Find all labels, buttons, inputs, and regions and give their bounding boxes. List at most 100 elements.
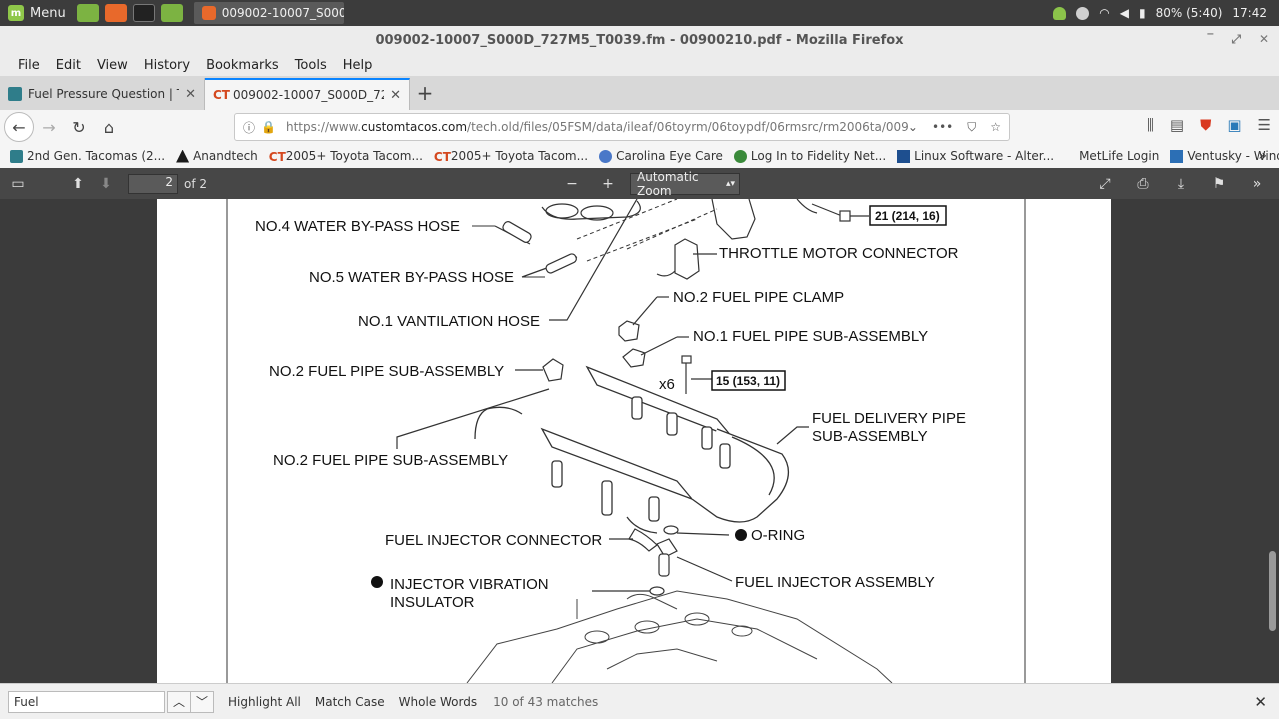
wifi-icon[interactable]: ◠	[1099, 6, 1109, 20]
library-icon[interactable]: ⫼	[1147, 116, 1154, 134]
label-injector-connector: FUEL INJECTOR CONNECTOR	[385, 532, 602, 549]
user-icon[interactable]	[1076, 6, 1090, 20]
url-path: /tech.old/files/05FSM/data/ileaf/06toyrm…	[467, 120, 908, 134]
terminal-launcher-icon[interactable]	[132, 4, 155, 22]
system-tray: ◠ ◀ ▮ 80% (5:40) 17:42	[1053, 6, 1279, 20]
fuel-rail-drawing	[474, 365, 789, 534]
bookmark-label: MetLife Login	[1079, 149, 1160, 163]
bookmark-label: 2nd Gen. Tacomas (2...	[27, 149, 166, 163]
find-previous-button[interactable]: ︿	[167, 690, 191, 713]
extension-icon[interactable]: ▣	[1227, 116, 1241, 134]
firefox-launcher-icon[interactable]	[104, 4, 127, 22]
battery-icon[interactable]: ▮	[1139, 6, 1146, 20]
tools-overflow-icon[interactable]: »	[1243, 176, 1271, 192]
scrollbar-thumb[interactable]	[1269, 551, 1276, 631]
ublock-shield-icon[interactable]: ⛊	[1200, 116, 1211, 134]
bookmark-item[interactable]: CT 2005+ Toyota Tacom...	[433, 149, 588, 164]
clock[interactable]: 17:42	[1232, 6, 1267, 20]
lock-icon[interactable]: 🔒	[261, 120, 276, 134]
zoom-value: Automatic Zoom	[637, 169, 699, 198]
sidebar-icon[interactable]: ▤	[1170, 116, 1184, 134]
label-fuel-delivery-subassembly: SUB-ASSEMBLY	[812, 428, 928, 445]
volume-icon[interactable]: ◀	[1120, 6, 1129, 20]
pocket-icon[interactable]: ⛉	[967, 120, 976, 135]
pdf-viewer[interactable]: 21 (214, 16) NO.4 WATER BY-PASS HOSE NO.…	[0, 199, 1279, 683]
bookmark-item[interactable]: Carolina Eye Care	[599, 149, 723, 163]
next-page-icon[interactable]: ⬇	[92, 176, 120, 192]
sidebar-toggle-icon[interactable]: ▭	[4, 176, 32, 192]
find-input[interactable]: Fuel	[8, 690, 165, 713]
label-vibration-insulator-2: INSULATOR	[390, 594, 475, 611]
previous-page-icon[interactable]: ⬆	[64, 176, 92, 192]
label-fuel-pipe-2-lower: NO.2 FUEL PIPE SUB-ASSEMBLY	[273, 452, 508, 469]
print-icon[interactable]: ⎙	[1129, 176, 1157, 192]
forum-favicon-icon	[8, 87, 22, 101]
customtacos-favicon-icon: CT	[268, 149, 286, 164]
find-next-button[interactable]: ﹀	[190, 690, 214, 713]
match-case-toggle[interactable]: Match Case	[315, 695, 385, 709]
new-tab-button[interactable]: +	[410, 81, 440, 105]
file-manager-launcher-icon[interactable]	[76, 4, 99, 22]
label-fuel-delivery-pipe: FUEL DELIVERY PIPE	[812, 410, 966, 427]
back-button[interactable]: ←	[4, 112, 34, 142]
close-tab-icon[interactable]: ✕	[390, 88, 401, 103]
whole-words-toggle[interactable]: Whole Words	[399, 695, 477, 709]
download-icon[interactable]: ⤓	[1167, 176, 1195, 192]
fullscreen-icon[interactable]: ⤢	[1091, 176, 1119, 192]
home-button[interactable]: ⌂	[94, 112, 124, 142]
forward-button[interactable]: →	[34, 112, 64, 142]
bookmark-item[interactable]: Log In to Fidelity Net...	[733, 149, 886, 163]
zoom-out-icon[interactable]: −	[558, 176, 586, 192]
tab-fuel-pressure[interactable]: Fuel Pressure Question | Tac ✕	[0, 78, 205, 110]
label-water-bypass-4: NO.4 WATER BY-PASS HOSE	[255, 218, 460, 235]
forum-favicon-icon	[10, 149, 23, 163]
bookmark-item[interactable]: CT 2005+ Toyota Tacom...	[268, 149, 423, 164]
customtacos-favicon-icon: CT	[433, 149, 451, 164]
battery-status[interactable]: 80% (5:40)	[1156, 6, 1223, 20]
taskbar-window-firefox[interactable]: 009002-10007_S000...	[193, 2, 344, 24]
folder-launcher-icon[interactable]	[160, 4, 183, 22]
taskbar-window-label: 009002-10007_S000...	[221, 6, 344, 20]
zoom-in-icon[interactable]: +	[594, 176, 622, 192]
hamburger-menu-icon[interactable]: ☰	[1258, 116, 1271, 134]
minimize-icon[interactable]: ‾	[1207, 32, 1213, 47]
url-text[interactable]: https://www.customtacos.com/tech.old/fil…	[286, 120, 908, 134]
menu-edit[interactable]: Edit	[48, 58, 89, 73]
menu-bookmarks[interactable]: Bookmarks	[198, 58, 287, 73]
page-actions-icon[interactable]: •••	[932, 120, 953, 135]
fidelity-favicon-icon	[733, 149, 747, 163]
dropdown-chevron-icon[interactable]: ⌄	[908, 120, 918, 135]
bookmark-star-icon[interactable]: ☆	[990, 120, 1001, 135]
menu-history[interactable]: History	[136, 58, 198, 73]
alternativeto-favicon-icon	[897, 149, 911, 163]
info-icon[interactable]: ⓘ	[243, 119, 255, 136]
bookmark-label: Carolina Eye Care	[616, 149, 723, 163]
bookmark-page-icon[interactable]: ⚑	[1205, 176, 1233, 192]
bookmark-item[interactable]: 2nd Gen. Tacomas (2...	[10, 149, 165, 163]
url-bar[interactable]: ⓘ 🔒 https://www.customtacos.com/tech.old…	[234, 113, 1010, 141]
reload-button[interactable]: ↻	[64, 112, 94, 142]
menu-tools[interactable]: Tools	[287, 58, 335, 73]
bookmark-item[interactable]: Anandtech	[176, 149, 258, 163]
menu-view[interactable]: View	[89, 58, 136, 73]
close-tab-icon[interactable]: ✕	[185, 87, 196, 102]
engine-block-drawing	[466, 590, 893, 683]
chevron-up-icon: ︿	[172, 695, 185, 709]
bookmark-item[interactable]: Linux Software - Alter...	[897, 149, 1054, 163]
menu-file[interactable]: File	[10, 58, 48, 73]
menu-help[interactable]: Help	[335, 58, 381, 73]
tab-pdf[interactable]: CT 009002-10007_S000D_727M5 ✕	[205, 78, 410, 110]
restore-icon[interactable]: ⤢	[1231, 32, 1241, 47]
highlight-all-toggle[interactable]: Highlight All	[228, 695, 301, 709]
viewer-scrollbar[interactable]	[1267, 199, 1277, 683]
bookmarks-overflow-icon[interactable]: »	[1258, 148, 1267, 164]
close-find-bar-icon[interactable]: ✕	[1254, 693, 1267, 711]
start-menu-button[interactable]: m Menu	[0, 0, 74, 26]
close-window-icon[interactable]: ✕	[1259, 32, 1269, 47]
zoom-select[interactable]: Automatic Zoom ▴▾	[630, 169, 740, 198]
bookmark-item[interactable]: MetLife Login	[1065, 149, 1159, 163]
label-water-bypass-5: NO.5 WATER BY-PASS HOSE	[309, 269, 514, 286]
page-number-input[interactable]: 2	[128, 173, 178, 194]
shield-icon[interactable]	[1053, 6, 1067, 20]
anandtech-favicon-icon	[176, 149, 190, 163]
